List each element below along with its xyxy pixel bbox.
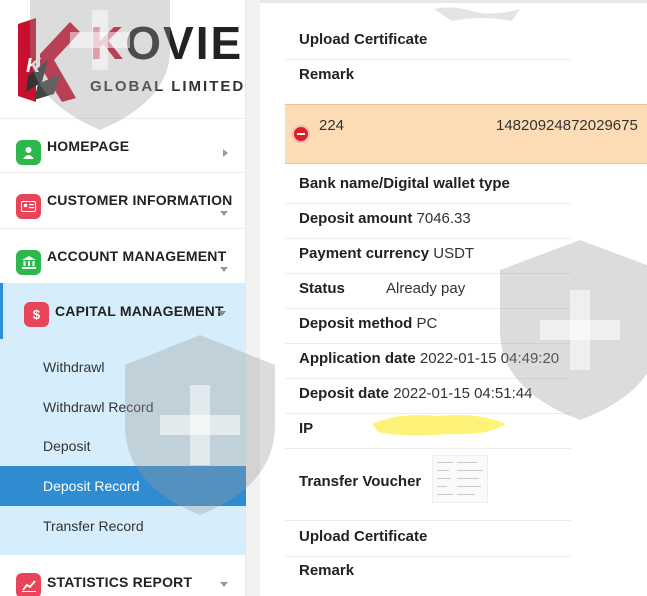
chevron-down-icon [220,211,228,216]
chevron-down-icon [220,267,228,272]
deposit-date-label: Deposit date [299,385,390,402]
brand-name-rest: OVIE [125,17,244,69]
sidebar-item-label: CUSTOMER INFORMATION [47,192,233,208]
row-divider [285,556,571,557]
remark-label: Remark [299,562,355,579]
row-divider [285,378,571,379]
subitem-label: Deposit Record [43,478,140,494]
currency-label: Payment currency [299,245,430,262]
row-divider [285,308,571,309]
ip-label: IP [299,420,314,437]
brand-subtitle: GLOBAL LIMITED [90,78,246,95]
chevron-down-icon [220,582,228,587]
subitem-label: Transfer Record [43,518,144,534]
voucher-label: Transfer Voucher [299,473,422,490]
record-header-row[interactable] [285,104,647,164]
chevron-right-icon [223,149,228,157]
deposit-date-row: Deposit date 2022-01-15 04:51:44 [299,385,571,402]
ip-redaction-mark [372,415,506,436]
status-label: Status [299,280,345,297]
row-divider [285,273,571,274]
subitem-label: Deposit [43,438,91,454]
id-card-icon [16,194,41,219]
sidebar-subitem-deposit-record[interactable]: Deposit Record [0,466,246,506]
status-value: Already pay [386,280,466,297]
bank-icon [16,250,41,275]
record-number: 224 [319,117,345,134]
svg-text:K: K [26,55,42,77]
method-value: PC [416,315,438,332]
content-gutter [246,0,260,596]
brand-logo[interactable]: K KOVIE GLOBAL LIMITED [0,0,246,118]
upload-certificate-row: Upload Certificate [299,31,571,48]
row-divider [285,343,571,344]
redaction-mark [434,7,520,22]
status-row: Status Already pay [299,280,571,297]
bank-row: Bank name/Digital wallet type [299,175,571,192]
logo-mark-icon: K [18,18,80,102]
sidebar-subitem-withdrawl[interactable]: Withdrawl [0,347,246,387]
row-divider [285,448,571,449]
row-divider [285,59,571,60]
sidebar-subitem-deposit[interactable]: Deposit [0,426,246,466]
sidebar-item-label: ACCOUNT MANAGEMENT [47,248,227,264]
bank-label: Bank name/Digital wallet type [299,175,510,192]
sidebar-item-label: CAPITAL MANAGEMENT [55,303,224,319]
remark-label: Remark [299,66,355,83]
chart-icon [16,573,41,596]
application-date-row: Application date 2022-01-15 04:49:20 [299,350,571,367]
upload-certificate-row-bottom: Upload Certificate [299,528,571,545]
dollar-icon: $ [24,302,49,327]
amount-row: Deposit amount 7046.33 [299,210,571,227]
subitem-label: Withdrawl Record [43,399,154,415]
sidebar-item-capital-management[interactable]: $ CAPITAL MANAGEMENT [0,283,246,339]
sidebar: K KOVIE GLOBAL LIMITED HOMEPAGE CUSTOMER… [0,0,246,596]
sidebar-subitem-withdrawl-record[interactable]: Withdrawl Record [0,387,246,427]
record-order-id: 14820924872029675 [496,117,638,134]
brand-name-red: K [90,17,126,69]
sidebar-item-homepage[interactable]: HOMEPAGE [0,118,246,172]
upload-certificate-label: Upload Certificate [299,528,428,545]
amount-label: Deposit amount [299,210,413,227]
sidebar-item-account-management[interactable]: ACCOUNT MANAGEMENT [0,228,246,282]
brand-name: KOVIE [90,20,243,66]
voucher-thumbnail-image[interactable] [432,455,488,503]
method-label: Deposit method [299,315,413,332]
sidebar-item-label: STATISTICS REPORT [47,574,193,590]
subitem-label: Withdrawl [43,359,105,375]
capital-management-section: $ CAPITAL MANAGEMENT Withdrawl Withdrawl… [0,283,246,555]
sidebar-subitem-transfer-record[interactable]: Transfer Record [0,506,246,546]
upload-certificate-label: Upload Certificate [299,31,428,48]
deposit-date-value: 2022-01-15 04:51:44 [393,385,533,402]
application-date-label: Application date [299,350,416,367]
sidebar-item-label: HOMEPAGE [47,138,130,154]
sidebar-item-statistics-report[interactable]: STATISTICS REPORT [0,555,246,596]
row-divider [285,238,571,239]
user-icon [16,140,41,165]
application-date-value: 2022-01-15 04:49:20 [419,350,560,367]
sidebar-item-customer-information[interactable]: CUSTOMER INFORMATION [0,172,246,226]
currency-row: Payment currency USDT [299,245,571,262]
main-content [246,0,647,596]
amount-value: 7046.33 [416,210,471,227]
currency-value: USDT [433,245,475,262]
row-divider [285,520,571,521]
chevron-down-icon [218,311,226,316]
method-row: Deposit method PC [299,315,571,332]
remark-row: Remark [299,66,571,83]
row-divider [285,203,571,204]
collapse-minus-icon[interactable] [292,125,310,143]
remark-row-bottom: Remark [299,562,571,579]
